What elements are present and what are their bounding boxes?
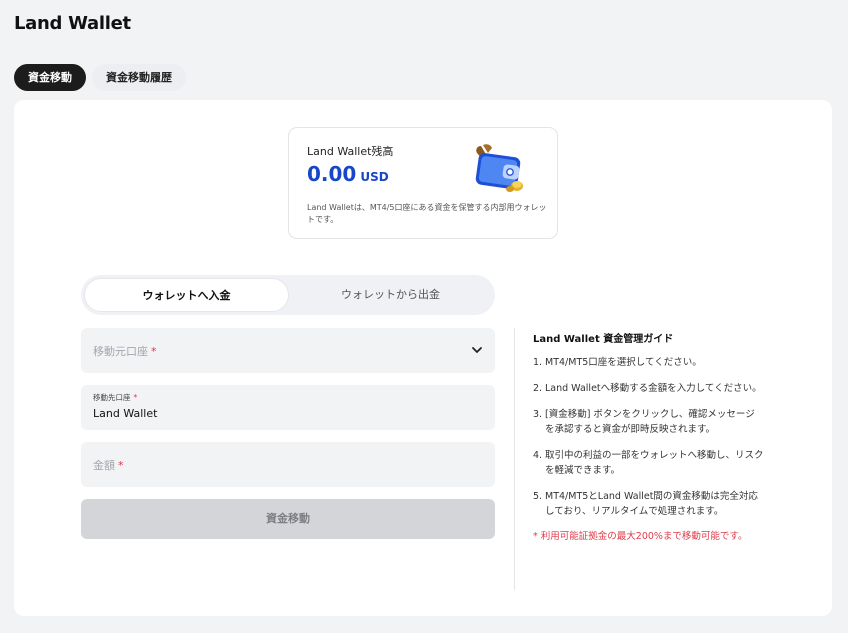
tab-transfer-history[interactable]: 資金移動履歴 <box>92 64 186 91</box>
destination-account-label: 移動先口座 * <box>93 393 138 402</box>
required-mark: * <box>133 393 138 402</box>
transfer-direction-tabs: ウォレットへ入金 ウォレットから出金 <box>81 275 495 315</box>
source-account-select[interactable]: 移動元口座 * <box>81 328 495 373</box>
chevron-down-icon[interactable] <box>471 345 483 355</box>
guide-item: 4. 取引中の利益の一部をウォレットへ移動し、リスクを軽減できます。 <box>533 450 764 476</box>
guide-item: 5. MT4/MT5とLand Wallet間の資金移動は完全対応しており、リアル… <box>533 491 758 517</box>
tab-withdraw-from-wallet[interactable]: ウォレットから出金 <box>289 278 492 312</box>
guide-title: Land Wallet 資金管理ガイド <box>533 334 674 345</box>
guide-item: 1. MT4/MT5口座を選択してください。 <box>533 357 702 368</box>
wallet-icon <box>475 144 523 192</box>
tab-fund-transfer[interactable]: 資金移動 <box>14 64 86 91</box>
tab-deposit-to-wallet[interactable]: ウォレットへ入金 <box>84 278 289 312</box>
balance-label: Land Wallet残高 <box>307 145 394 158</box>
required-mark: * <box>118 459 124 472</box>
main-card: Land Wallet残高 0.00 USD Land Walletは、MT4/… <box>14 100 832 616</box>
guide-list: 1. MT4/MT5口座を選択してください。 2. Land Walletへ移動する… <box>533 355 764 519</box>
balance-note: Land Walletは、MT4/5口座にある資金を保管する内部用ウォレットです… <box>307 203 547 224</box>
guide-item: 3. [資金移動] ボタンをクリックし、確認メッセージを承認すると資金が即時反映さ… <box>533 409 755 435</box>
balance-value: 0.00 <box>307 162 357 186</box>
guide-item: 2. Land Walletへ移動する金額を入力してください。 <box>533 383 762 394</box>
required-mark: * <box>151 345 157 358</box>
balance-card: Land Wallet残高 0.00 USD Land Walletは、MT4/… <box>288 127 558 239</box>
destination-account-value: Land Wallet <box>93 407 158 420</box>
amount-input[interactable]: 金額 * <box>81 442 495 487</box>
destination-account-field[interactable]: 移動先口座 * Land Wallet <box>81 385 495 430</box>
transfer-button[interactable]: 資金移動 <box>81 499 495 539</box>
balance-currency: USD <box>360 170 389 184</box>
amount-placeholder: 金額 * <box>93 459 124 472</box>
top-tabs: 資金移動 資金移動履歴 <box>14 64 186 91</box>
transfer-limit-warning: * 利用可能証拠金の最大200%まで移動可能です。 <box>533 531 748 542</box>
balance-amount: 0.00 USD <box>307 162 389 186</box>
page-title: Land Wallet <box>14 13 131 34</box>
source-account-placeholder: 移動元口座 * <box>93 345 157 358</box>
fund-management-guide: Land Wallet 資金管理ガイド 1. MT4/MT5口座を選択してください… <box>514 328 764 590</box>
